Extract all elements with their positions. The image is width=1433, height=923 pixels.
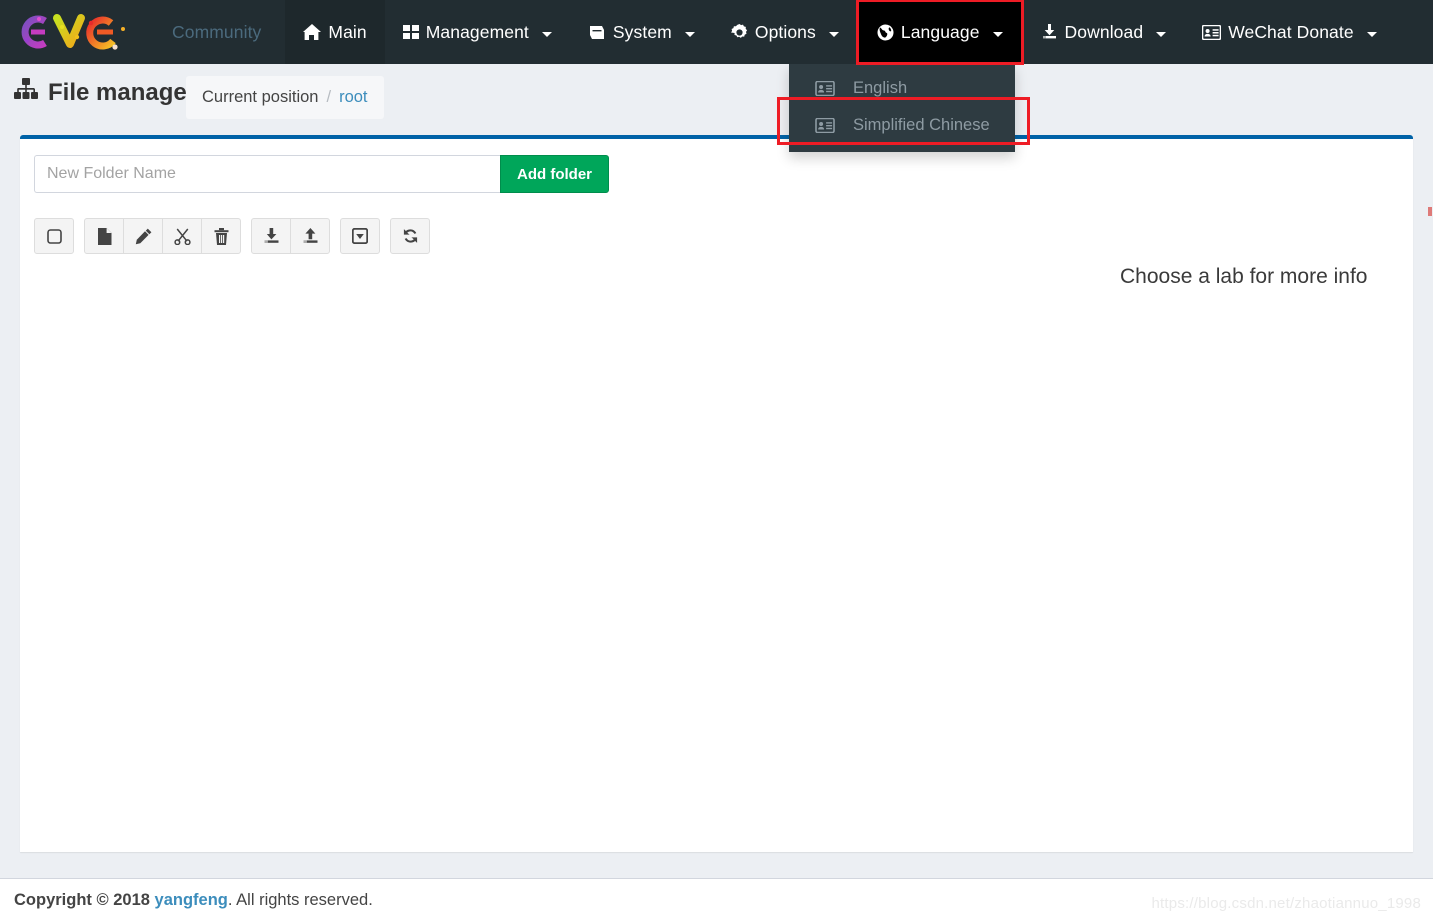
chevron-down-icon (541, 31, 552, 37)
nav-label-wechat-donate: WeChat Donate (1228, 21, 1354, 42)
page-root: Community Main Management System Options… (0, 0, 1433, 923)
file-manager-body: Add folder (20, 139, 1413, 852)
square-icon (46, 228, 62, 244)
eve-ng-logo-icon (21, 14, 125, 50)
new-folder-row: Add folder (34, 155, 609, 193)
grid-icon (402, 25, 419, 39)
globe-icon (877, 24, 894, 41)
chevron-down-icon (1156, 31, 1167, 37)
archive-button[interactable] (340, 218, 380, 254)
nav-label-main: Main (328, 21, 367, 42)
language-option-english[interactable]: English (789, 70, 1015, 107)
file-manager-toolbar (34, 218, 430, 254)
language-dropdown-menu: English Simplified Chinese (789, 64, 1015, 152)
nav-label-community: Community (172, 21, 262, 42)
nav-label-system: System (612, 21, 672, 42)
author-link[interactable]: yangfeng (155, 891, 228, 909)
watermark-url: https://blog.csdn.net/zhaotiannuo_1998 (1151, 895, 1421, 912)
nav-item-system[interactable]: System (570, 0, 713, 64)
page-footer: Copyright © 2018 yangfeng. All rights re… (0, 878, 1433, 923)
file-manager-panel: Add folder (20, 135, 1413, 852)
file-icon (97, 227, 111, 245)
id-card-icon (815, 118, 837, 134)
toolbar-group-edit (84, 218, 241, 254)
toolbar-group-refresh (390, 218, 430, 254)
download-icon (1041, 24, 1058, 40)
language-option-label: Simplified Chinese (853, 116, 990, 134)
nav-label-download: Download (1064, 21, 1144, 42)
navbar-items: Community Main Management System Options… (148, 0, 1395, 65)
nav-item-management[interactable]: Management (385, 0, 570, 64)
breadcrumb-separator: / (326, 88, 332, 106)
home-icon (303, 24, 322, 40)
nav-label-options: Options (754, 21, 816, 42)
brand-logo-container[interactable] (0, 0, 148, 64)
new-file-button[interactable] (84, 218, 124, 254)
nav-item-main[interactable]: Main (285, 0, 385, 64)
gear-icon (730, 23, 748, 41)
lab-info-text: Choose a lab for more info (1120, 265, 1368, 288)
copyright-text: Copyright © 2018 yangfeng. All rights re… (14, 891, 373, 910)
refresh-icon (403, 229, 417, 243)
breadcrumb-label: Current position (202, 88, 319, 106)
nav-item-language[interactable]: Language (855, 0, 1024, 65)
upload-tray-icon (303, 228, 317, 243)
content-header: File manager Current position / root (0, 64, 1433, 130)
upload-button[interactable] (290, 218, 330, 254)
caret-square-down-icon (352, 228, 368, 244)
book-icon (588, 25, 606, 40)
language-option-simplified-chinese[interactable]: Simplified Chinese (789, 107, 1015, 144)
nav-label-management: Management (425, 21, 529, 42)
rename-button[interactable] (123, 218, 163, 254)
nav-item-download[interactable]: Download (1023, 0, 1185, 64)
language-option-label: English (853, 79, 908, 97)
breadcrumb: Current position / root (186, 76, 384, 119)
copyright-suffix: . All rights reserved. (227, 891, 373, 909)
pencil-icon (135, 228, 151, 244)
toolbar-group-transfer (251, 218, 330, 254)
id-card-icon (815, 81, 837, 97)
nav-label-language: Language (900, 21, 980, 42)
trash-icon (214, 227, 228, 245)
page-title-text: File manager (48, 78, 197, 106)
sitemap-icon (14, 78, 38, 107)
scissors-icon (173, 228, 191, 245)
top-navbar: Community Main Management System Options… (0, 0, 1433, 65)
id-card-icon (1202, 24, 1222, 40)
chevron-down-icon (684, 31, 695, 37)
refresh-button[interactable] (390, 218, 430, 254)
select-all-checkbox[interactable] (34, 218, 74, 254)
delete-button[interactable] (201, 218, 241, 254)
page-title: File manager (14, 78, 196, 107)
toolbar-group-archive (340, 218, 380, 254)
toolbar-group-select (34, 218, 74, 254)
chevron-down-icon (828, 31, 839, 37)
cut-button[interactable] (162, 218, 202, 254)
nav-item-community[interactable]: Community (148, 0, 285, 64)
add-folder-button[interactable]: Add folder (500, 155, 609, 193)
breadcrumb-item-root[interactable]: root (339, 88, 367, 107)
download-button[interactable] (251, 218, 291, 254)
chevron-down-icon (992, 31, 1003, 37)
copyright-prefix: Copyright © 2018 (14, 891, 150, 909)
download-tray-icon (264, 228, 278, 243)
chevron-down-icon (1366, 31, 1377, 37)
nav-item-options[interactable]: Options (713, 0, 857, 64)
scrollbar-artifact (1428, 207, 1432, 216)
new-folder-name-input[interactable] (34, 155, 500, 193)
nav-item-wechat-donate[interactable]: WeChat Donate (1184, 0, 1395, 64)
